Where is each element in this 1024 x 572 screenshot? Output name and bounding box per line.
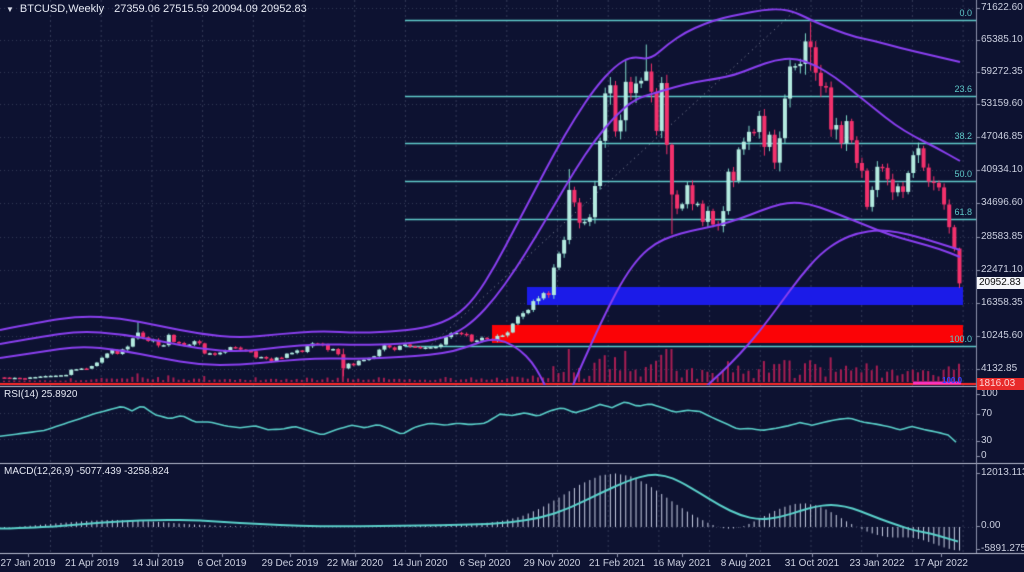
price-axis-label: 22471.10 — [981, 264, 1023, 275]
price-axis-label: 28583.85 — [981, 231, 1023, 242]
price-axis-label: 71622.60 — [981, 2, 1023, 13]
symbol-marker-icon: ▼ — [6, 5, 14, 14]
date-label: 27 Jan 2019 — [0, 558, 55, 569]
date-label: 8 Aug 2021 — [721, 558, 772, 569]
price-axis-label: 65385.10 — [981, 34, 1023, 45]
date-label: 21 Apr 2019 — [65, 558, 119, 569]
date-label: 6 Sep 2020 — [459, 558, 510, 569]
fib-level-label: 38.2 — [954, 131, 972, 141]
price-axis-label: 4132.85 — [981, 363, 1017, 374]
date-label: 14 Jun 2020 — [392, 558, 447, 569]
rsi-axis-label: 0 — [981, 450, 987, 461]
price-axis-label: 16358.35 — [981, 297, 1023, 308]
rsi-indicator-label: RSI(14) 25.8920 — [4, 389, 77, 400]
price-axis-label: 34696.60 — [981, 197, 1023, 208]
fib-level-label: 0.0 — [959, 8, 972, 18]
date-label: 22 Mar 2020 — [327, 558, 383, 569]
date-label: 29 Dec 2019 — [262, 558, 319, 569]
fib-level-label: 50.0 — [954, 169, 972, 179]
chart-title-ohlc: 27359.06 27515.59 20094.09 20952.83 — [114, 3, 307, 15]
date-label: 16 May 2021 — [653, 558, 711, 569]
secondary-fib-label: 100.0 — [942, 376, 962, 385]
current-price-tag: 20952.83 — [977, 277, 1024, 289]
price-axis-label: 10245.60 — [981, 330, 1023, 341]
price-axis-label: 47046.85 — [981, 131, 1023, 142]
date-label: 17 Apr 2022 — [914, 558, 968, 569]
chart-title: ▼ BTCUSD,Weekly 27359.06 27515.59 20094.09… — [6, 3, 307, 15]
macd-axis-label: -5891.275 — [981, 543, 1024, 554]
date-label: 23 Jan 2022 — [849, 558, 904, 569]
price-axis-label: 40934.10 — [981, 164, 1023, 175]
fib-level-label: 23.6 — [954, 84, 972, 94]
date-label: 21 Feb 2021 — [589, 558, 645, 569]
rsi-axis-label: 70 — [981, 408, 992, 419]
trading-chart-window: 71622.60 65385.10 59272.35 53159.60 47046.85… — [0, 0, 1024, 572]
date-label: 29 Nov 2020 — [524, 558, 581, 569]
fib-level-label: 61.8 — [954, 207, 972, 217]
price-axis-label: 53159.60 — [981, 98, 1023, 109]
date-label: 6 Oct 2019 — [198, 558, 247, 569]
rsi-axis-label: 30 — [981, 435, 992, 446]
date-label: 14 Jul 2019 — [132, 558, 184, 569]
price-axis-label: 59272.35 — [981, 66, 1023, 77]
alert-price-tag: 1816.03 — [977, 378, 1024, 390]
chart-title-symbol: BTCUSD,Weekly — [20, 3, 104, 15]
chart-canvas[interactable] — [0, 0, 1024, 572]
macd-axis-label: 12013.113 — [981, 467, 1024, 478]
macd-indicator-label: MACD(12,26,9) -5077.439 -3258.824 — [4, 466, 169, 477]
date-label: 31 Oct 2021 — [785, 558, 839, 569]
fib-level-label: 100.0 — [949, 334, 972, 344]
macd-axis-label: 0.00 — [981, 520, 1000, 531]
